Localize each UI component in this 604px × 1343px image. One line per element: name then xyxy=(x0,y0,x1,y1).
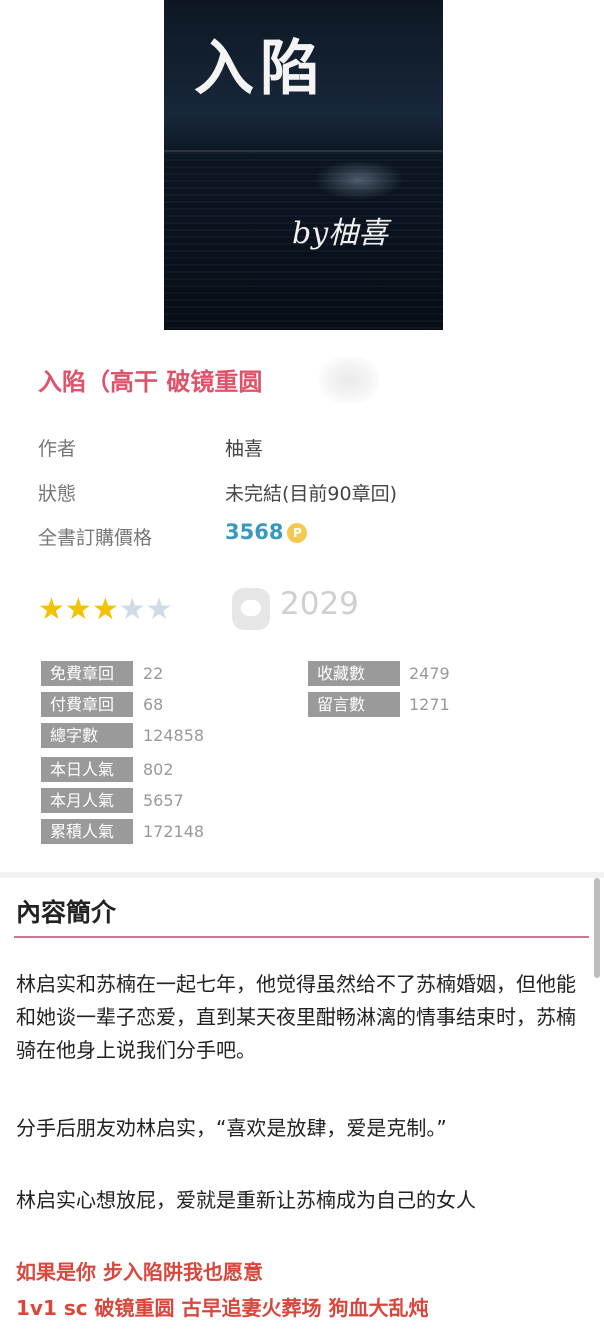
book-title: 入陷（高干 破镜重圆 xyxy=(38,368,263,396)
intro-paragraph: 林启实和苏楠在一起七年，他觉得虽然给不了苏楠婚姻，但他能和她谈一辈子恋爱，直到某… xyxy=(16,972,576,1062)
stat-label-daily-popularity: 本日人氣 xyxy=(41,757,133,782)
status-label: 狀態 xyxy=(38,483,77,505)
cover-moon-glint xyxy=(314,160,404,200)
stat-value-monthly-popularity: 5657 xyxy=(143,791,184,810)
coin-icon: P xyxy=(287,523,308,543)
stat-value-word-count: 124858 xyxy=(143,726,205,745)
stat-value-free-chapters: 22 xyxy=(143,664,164,683)
price-value: 3568 xyxy=(225,520,284,544)
stat-label-word-count: 總字數 xyxy=(41,723,133,748)
tagline-line-2: 1v1 sc 破镜重圆 古早追妻火葬场 狗血大乱炖 xyxy=(16,1296,429,1320)
stat-value-total-popularity: 172148 xyxy=(143,822,205,841)
star-empty-icon: ★ xyxy=(118,592,146,627)
blurred-badge xyxy=(318,356,380,404)
stat-label-total-popularity: 累積人氣 xyxy=(41,819,133,844)
cover-author: by柚喜 xyxy=(292,216,389,251)
stat-label-free-chapters: 免費章回 xyxy=(41,661,133,686)
star-filled-icon: ★ xyxy=(38,592,65,627)
intro-paragraph: 林启实心想放屁，爱就是重新让苏楠成为自己的女人 xyxy=(16,1188,476,1212)
author-label: 作者 xyxy=(38,438,77,460)
intro-heading: 內容簡介 xyxy=(16,898,117,927)
rating-stars: ★★★★★ xyxy=(38,592,173,627)
scrollbar-thumb[interactable] xyxy=(594,878,600,978)
stat-label-monthly-popularity: 本月人氣 xyxy=(41,788,133,813)
stat-value-paid-chapters: 68 xyxy=(143,695,164,714)
stat-label-paid-chapters: 付費章回 xyxy=(41,692,133,717)
piggy-count: 2029 xyxy=(280,586,359,622)
price-container: 3568 P xyxy=(225,520,308,544)
star-empty-icon: ★ xyxy=(145,592,173,627)
stat-value-comments: 1271 xyxy=(409,695,450,714)
price-label: 全書訂購價格 xyxy=(38,527,153,549)
star-filled-icon: ★ xyxy=(64,592,92,627)
stat-value-favorites: 2479 xyxy=(409,664,450,683)
star-filled-icon: ★ xyxy=(91,592,119,627)
stat-label-favorites: 收藏數 xyxy=(308,661,400,686)
author-value[interactable]: 柚喜 xyxy=(225,434,263,461)
status-value: 未完結(目前90章回) xyxy=(225,483,398,505)
section-divider xyxy=(0,872,604,878)
stat-label-comments: 留言數 xyxy=(308,692,400,717)
stat-value-daily-popularity: 802 xyxy=(143,760,174,779)
tagline-line-1: 如果是你 步入陷阱我也愿意 xyxy=(16,1260,263,1284)
intro-underline xyxy=(14,936,589,938)
book-cover-image[interactable]: 入陷 by柚喜 xyxy=(164,0,443,330)
cover-title: 入陷 xyxy=(194,34,326,104)
piggy-bank-icon[interactable] xyxy=(232,588,270,630)
intro-paragraph: 分手后朋友劝林启实，“喜欢是放肆，爱是克制。” xyxy=(16,1116,447,1140)
